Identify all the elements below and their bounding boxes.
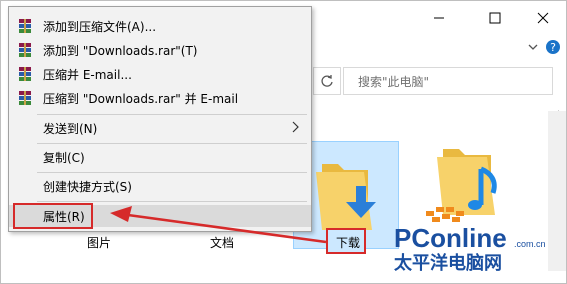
pconline-logo-icon [426, 207, 464, 222]
pconline-watermark: PConline .com.cn 太平洋电脑网 [390, 205, 567, 284]
watermark-domain: .com.cn [514, 239, 546, 249]
watermark-brand: PConline [394, 223, 507, 253]
watermark-tagline: 太平洋电脑网 [394, 252, 502, 274]
